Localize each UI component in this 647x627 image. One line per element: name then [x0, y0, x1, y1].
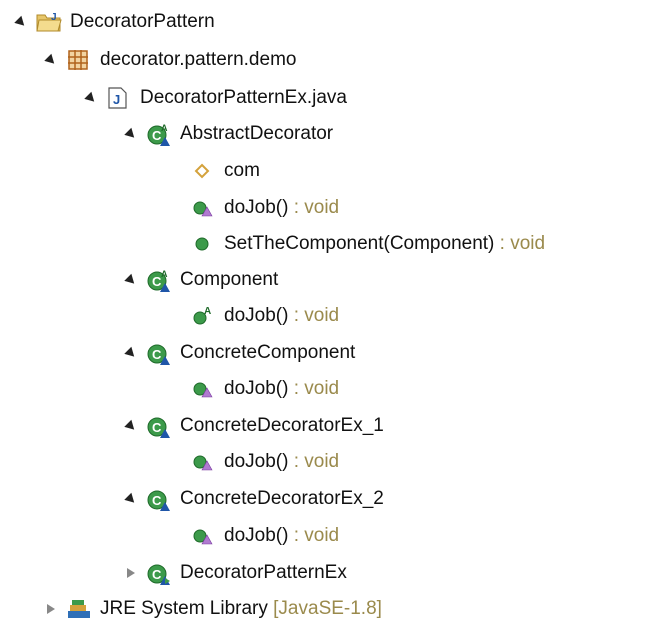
expand-arrow-icon[interactable] — [44, 602, 58, 616]
tree-node-method[interactable]: doJob() : void — [176, 518, 339, 554]
collapse-arrow-icon[interactable] — [14, 15, 28, 29]
public-method-icon — [190, 232, 214, 256]
collapse-arrow-icon[interactable] — [124, 492, 138, 506]
return-type: : void — [288, 305, 340, 326]
tree-node-method[interactable]: doJob() : void — [176, 190, 339, 226]
svg-text:A: A — [204, 306, 211, 317]
abstract-class-icon: C A — [146, 122, 170, 146]
node-label: Component — [180, 269, 279, 290]
svg-text:C: C — [152, 347, 162, 362]
package-icon — [66, 48, 90, 72]
svg-text:C: C — [152, 493, 162, 508]
node-label: doJob() : void — [224, 305, 340, 326]
svg-text:J: J — [51, 12, 57, 23]
tree-node-abstract-decorator[interactable]: C A AbstractDecorator — [124, 116, 333, 152]
node-label: ConcreteComponent — [180, 342, 356, 363]
class-icon: C — [146, 341, 170, 365]
svg-text:C: C — [152, 567, 162, 582]
tree-node-concrete-decorator-2[interactable]: C ConcreteDecoratorEx_2 — [124, 481, 384, 517]
library-icon — [66, 597, 90, 621]
node-label: doJob() : void — [224, 378, 340, 399]
abstract-class-icon: C A — [146, 268, 170, 292]
tree-node-method[interactable]: doJob() : void — [176, 371, 339, 407]
node-label: doJob() : void — [224, 525, 340, 546]
collapse-arrow-icon[interactable] — [44, 53, 58, 67]
collapse-arrow-icon[interactable] — [124, 127, 138, 141]
collapse-arrow-icon[interactable] — [84, 91, 98, 105]
collapse-arrow-icon[interactable] — [124, 346, 138, 360]
tree-node-jre-library[interactable]: JRE System Library [JavaSE-1.8] — [44, 591, 382, 627]
override-method-icon — [190, 524, 214, 548]
tree-node-component[interactable]: C A Component — [124, 262, 278, 298]
protected-field-icon — [190, 159, 214, 183]
file-label: DecoratorPatternEx.java — [140, 87, 347, 108]
node-label: SetTheComponent(Component) : void — [224, 233, 546, 254]
library-version: [JavaSE-1.8] — [267, 598, 382, 619]
project-label: DecoratorPattern — [70, 11, 215, 32]
override-method-icon — [190, 196, 214, 220]
class-icon: C — [146, 414, 170, 438]
collapse-arrow-icon[interactable] — [124, 419, 138, 433]
node-label: ConcreteDecoratorEx_1 — [180, 415, 384, 436]
node-label: AbstractDecorator — [180, 123, 334, 144]
override-method-icon — [190, 377, 214, 401]
java-project-icon: J — [36, 10, 62, 34]
node-label: JRE System Library [JavaSE-1.8] — [100, 598, 382, 619]
node-label: doJob() : void — [224, 451, 340, 472]
node-label: doJob() : void — [224, 197, 340, 218]
main-class-icon: C — [146, 561, 170, 585]
return-type: : void — [288, 525, 340, 546]
expand-arrow-icon[interactable] — [124, 566, 138, 580]
return-type: : void — [494, 233, 546, 254]
tree-node-project[interactable]: J DecoratorPattern — [14, 4, 215, 40]
tree-node-file[interactable]: J DecoratorPatternEx.java — [84, 80, 347, 116]
node-label: DecoratorPatternEx — [180, 562, 347, 583]
svg-text:A: A — [161, 123, 168, 133]
svg-text:C: C — [152, 420, 162, 435]
node-label: com — [224, 160, 260, 181]
tree-node-main-class[interactable]: C DecoratorPatternEx — [124, 555, 347, 591]
tree-node-method[interactable]: doJob() : void — [176, 444, 339, 480]
tree-node-field-com[interactable]: com — [176, 153, 260, 189]
return-type: : void — [288, 197, 340, 218]
abstract-method-icon: A — [190, 304, 214, 328]
tree-node-concrete-decorator-1[interactable]: C ConcreteDecoratorEx_1 — [124, 408, 384, 444]
tree-node-package[interactable]: decorator.pattern.demo — [44, 42, 296, 78]
override-method-icon — [190, 450, 214, 474]
class-icon: C — [146, 487, 170, 511]
tree-node-method[interactable]: A doJob() : void — [176, 298, 339, 334]
return-type: : void — [288, 451, 340, 472]
tree-node-method[interactable]: SetTheComponent(Component) : void — [176, 226, 545, 262]
tree-node-concrete-component[interactable]: C ConcreteComponent — [124, 335, 355, 371]
collapse-arrow-icon[interactable] — [124, 273, 138, 287]
java-file-icon: J — [106, 86, 130, 110]
node-label: ConcreteDecoratorEx_2 — [180, 488, 384, 509]
package-label: decorator.pattern.demo — [100, 49, 297, 70]
svg-text:J: J — [113, 92, 120, 107]
return-type: : void — [288, 378, 340, 399]
svg-text:A: A — [161, 269, 168, 279]
